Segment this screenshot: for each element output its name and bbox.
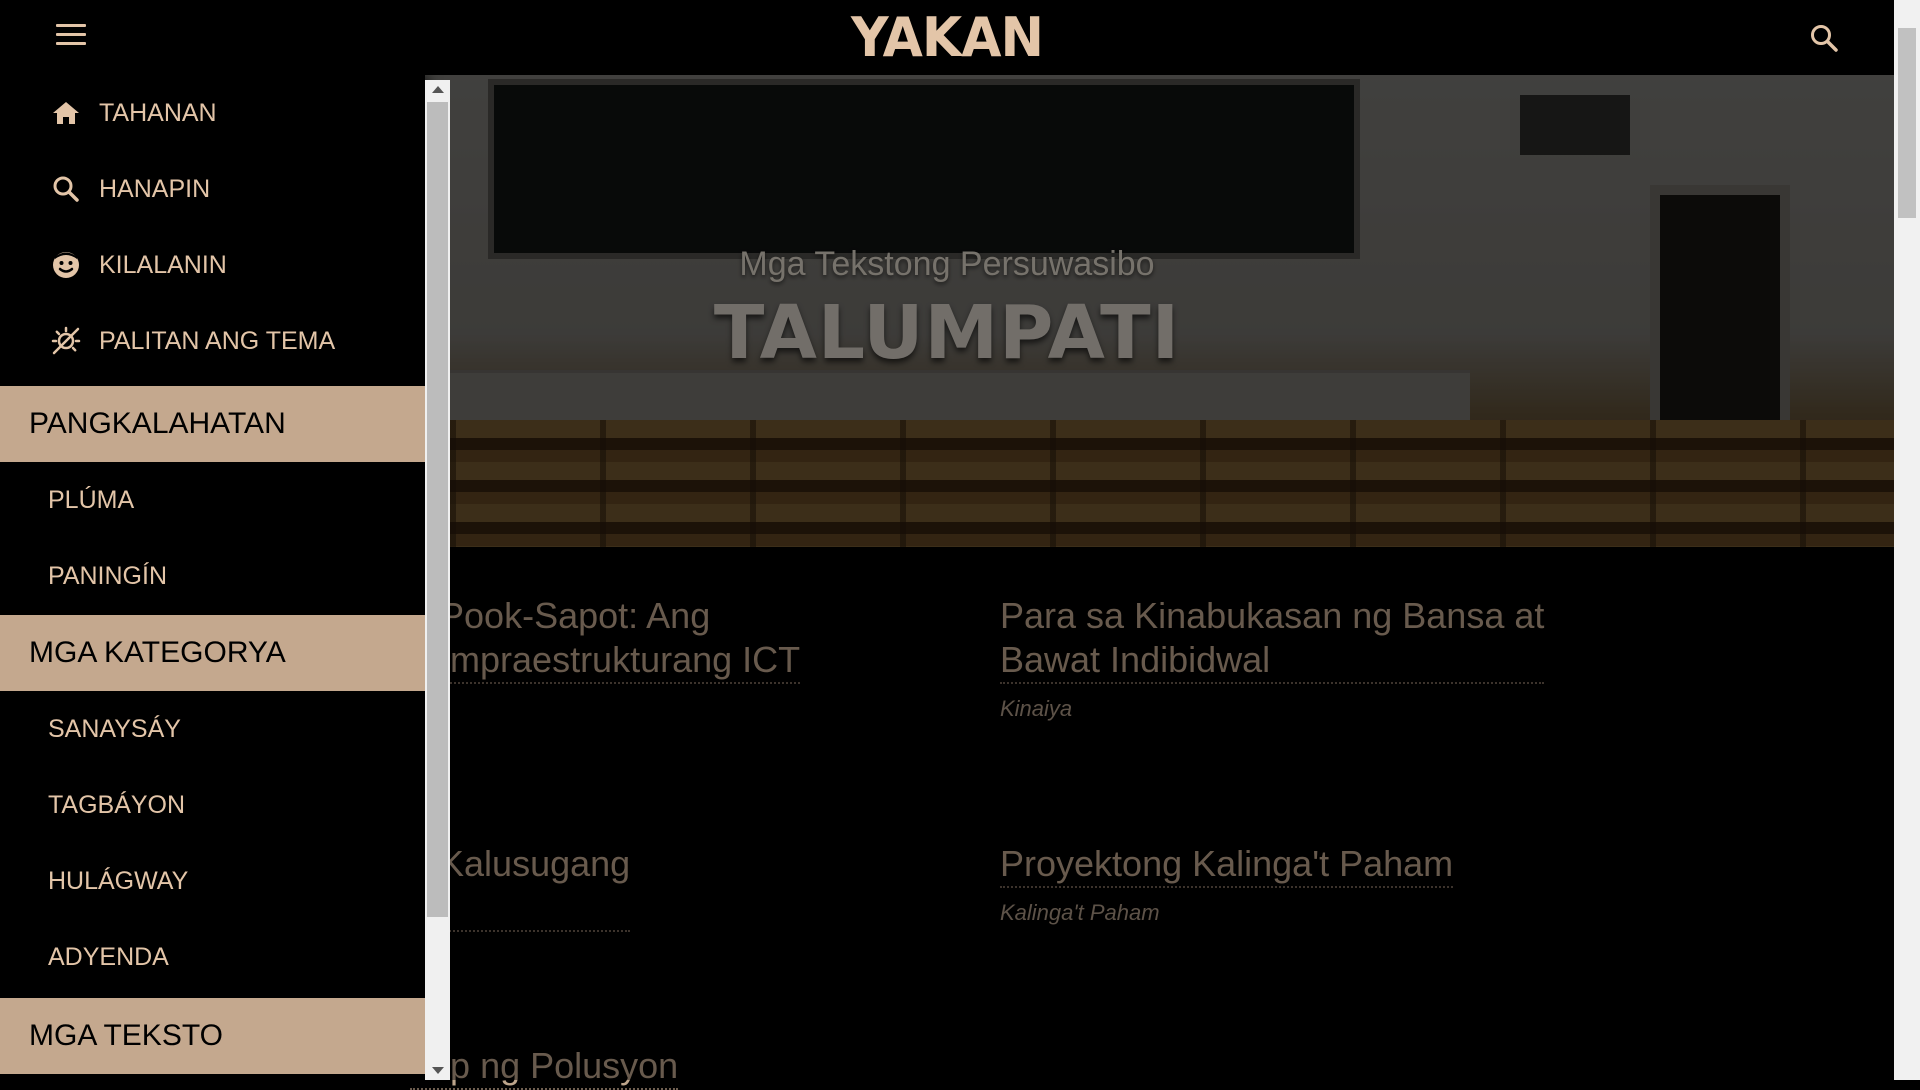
drawer-item-hanapin[interactable]: HANAPIN <box>0 151 425 227</box>
drawer-scrollbar-thumb[interactable] <box>427 102 448 917</box>
drawer-item-paningin[interactable]: PANINGÍN <box>0 538 425 614</box>
drawer-item-palitan-ang-tema[interactable]: PALITAN ANG TEMA <box>0 303 425 379</box>
drawer-section-heading: PANGKALAHATAN <box>29 407 286 440</box>
drawer-item-tagbayon[interactable]: TAGBÁYON <box>0 767 425 843</box>
nav-drawer: TAHANAN HANAPIN KILALANIN PALITAN ANG TE… <box>0 75 425 1080</box>
article-title-line2: g Impraestrukturang ICT <box>410 639 801 680</box>
drawer-item-hulagway[interactable]: HULÁGWAY <box>0 843 425 919</box>
article-title[interactable]: g Pook-Sapot: Ang g Impraestrukturang IC… <box>410 594 801 684</box>
drawer-item-label: ADYENDA <box>48 942 169 971</box>
article-title[interactable]: Proyektong Kalinga't Paham <box>1000 842 1454 888</box>
drawer-item-label: SANAYSÁY <box>48 714 181 743</box>
page-scrollbar-thumb[interactable] <box>1898 28 1916 218</box>
drawer-item-kilalanin[interactable]: KILALANIN <box>0 227 425 303</box>
drawer-item-label: PALITAN ANG TEMA <box>99 326 336 355</box>
article-category[interactable]: gan <box>410 712 800 738</box>
drawer-item-label: TAHANAN <box>99 98 217 127</box>
drawer-section-mga-teksto: MGA TEKSTO <box>0 998 425 1074</box>
drawer-item-label: HULÁGWAY <box>48 866 189 895</box>
search-icon <box>50 173 82 205</box>
drawer-section-pangkalahatan: PANGKALAHATAN <box>0 386 425 462</box>
article-title-line1: Proyektong Kalinga't Paham <box>1000 843 1454 884</box>
article-card: g Pook-Sapot: Ang g Impraestrukturang IC… <box>410 594 801 738</box>
drawer-item-label: PANINGÍN <box>48 561 167 590</box>
drawer-item-label: TAGBÁYON <box>48 790 186 819</box>
article-title[interactable]: Para sa Kinabukasan ng Bansa at Bawat In… <box>1000 594 1545 684</box>
drawer-item-label: HANAPIN <box>99 174 211 203</box>
face-icon <box>50 249 82 281</box>
site-logo[interactable]: YAKAN <box>0 7 1894 70</box>
article-title-line1: g Pook-Sapot: Ang <box>410 595 711 636</box>
article-title-line2: Bawat Indibidwal <box>1000 639 1271 680</box>
drawer-section-mga-kategorya: MGA KATEGORYA <box>0 615 425 691</box>
home-icon <box>50 97 82 129</box>
theme-toggle-icon <box>50 325 82 357</box>
article-title-line1: Para sa Kinabukasan ng Bansa at <box>1000 595 1545 636</box>
drawer-item-sanaysay[interactable]: SANAYSÁY <box>0 691 425 767</box>
top-bar: YAKAN <box>0 0 1894 75</box>
article-title[interactable]: nap ng Polusyon <box>410 1044 679 1090</box>
drawer-section-heading: MGA TEKSTO <box>29 1019 223 1052</box>
article-card: nap ng Polusyon <box>410 1044 679 1090</box>
drawer-scrollbar[interactable] <box>425 80 450 1080</box>
article-category[interactable]: Kinaiya <box>1000 696 1544 722</box>
search-icon[interactable] <box>1808 22 1840 54</box>
drawer-item-label: PLÚMA <box>48 485 135 514</box>
page-scrollbar[interactable] <box>1894 0 1920 1080</box>
article-category[interactable]: Kalinga't Paham <box>1000 900 1453 926</box>
drawer-item-label: KILALANIN <box>99 250 227 279</box>
article-card: Proyektong Kalinga't Paham Kalinga't Pah… <box>1000 842 1454 926</box>
drawer-item-adyenda[interactable]: ADYENDA <box>0 919 425 995</box>
drawer-item-tahanan[interactable]: TAHANAN <box>0 75 425 151</box>
article-card: Para sa Kinabukasan ng Bansa at Bawat In… <box>1000 594 1545 722</box>
scroll-down-arrow-icon[interactable] <box>432 1067 444 1074</box>
scroll-up-arrow-icon[interactable] <box>432 86 444 93</box>
drawer-section-heading: MGA KATEGORYA <box>29 636 286 669</box>
drawer-item-pluma[interactable]: PLÚMA <box>0 462 425 538</box>
